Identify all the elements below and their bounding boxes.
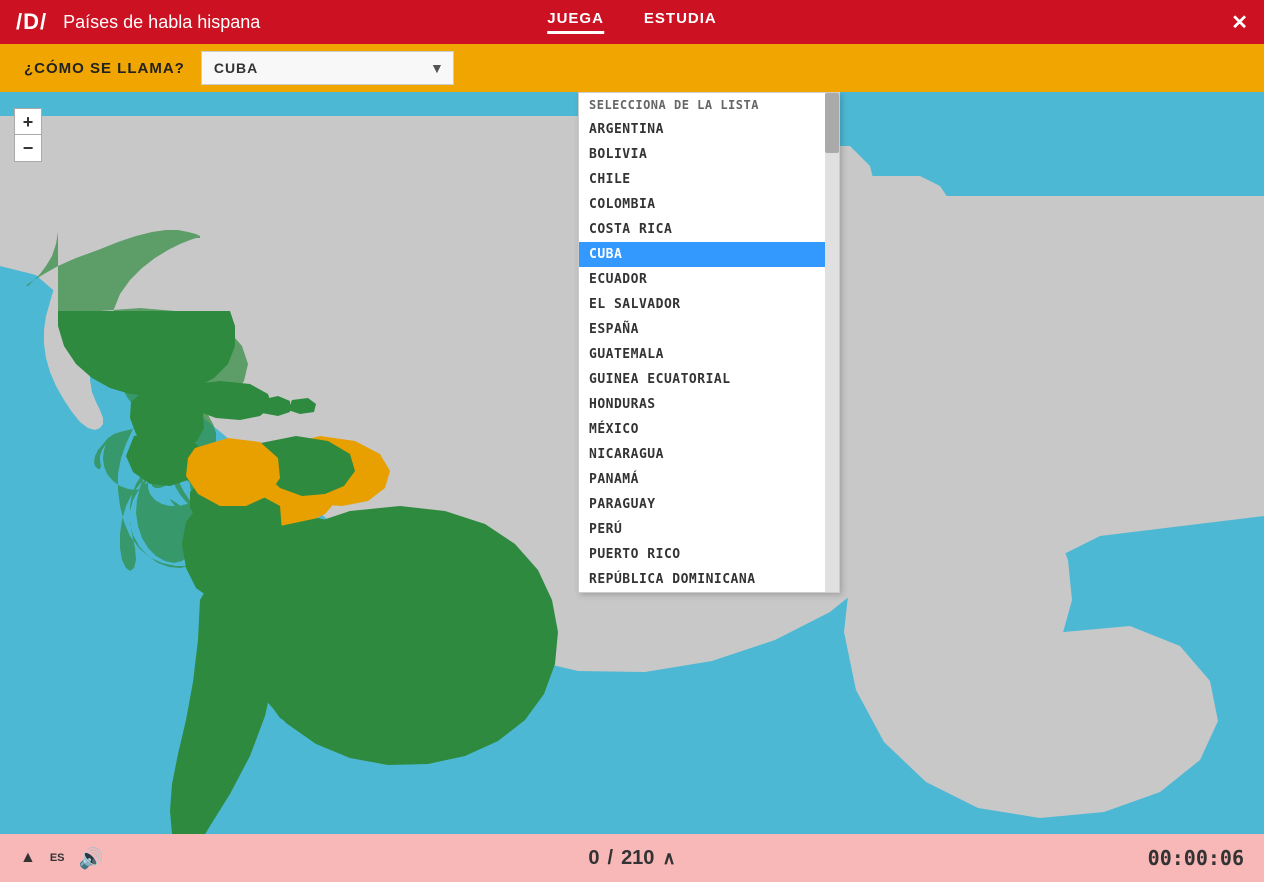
app-logo: /D/ <box>16 9 47 35</box>
dropdown-item[interactable]: ECUADOR <box>579 267 839 292</box>
bottom-bar: ▲ ES 🔊 0 / 210 ∧ 00:00:06 <box>0 834 1264 882</box>
map-container: + − SELECCIONA DE LA LISTAARGENTINABOLIV… <box>0 92 1264 882</box>
dropdown-item[interactable]: GUATEMALA <box>579 342 839 367</box>
arrow-up-icon[interactable]: ▲ <box>20 849 36 867</box>
main-nav: JUEGA ESTUDIA <box>547 10 717 34</box>
app-title: Países de habla hispana <box>63 12 260 33</box>
score-separator: / <box>608 847 614 870</box>
lang-label: ES <box>50 852 65 864</box>
zoom-controls: + − <box>14 108 42 162</box>
dropdown-item[interactable]: PERÚ <box>579 517 839 542</box>
nav-estudia[interactable]: ESTUDIA <box>644 10 717 34</box>
header: /D/ Países de habla hispana JUEGA ESTUDI… <box>0 0 1264 44</box>
score-display: 0 / 210 ∧ <box>588 847 675 870</box>
dropdown-item[interactable]: COSTA RICA <box>579 217 839 242</box>
nav-juega[interactable]: JUEGA <box>547 10 604 34</box>
toolbar: ¿CÓMO SE LLAMA? SELECCIONA DE LA LISTAAR… <box>0 44 1264 92</box>
dropdown-item[interactable]: BOLIVIA <box>579 142 839 167</box>
speaker-icon[interactable]: 🔊 <box>79 846 104 871</box>
zoom-out-button[interactable]: − <box>15 135 41 161</box>
dropdown-item[interactable]: PUERTO RICO <box>579 542 839 567</box>
dropdown-item[interactable]: HONDURAS <box>579 392 839 417</box>
bottom-left-controls: ▲ ES 🔊 <box>20 846 103 871</box>
dropdown-item[interactable]: ARGENTINA <box>579 117 839 142</box>
score-total: 210 <box>621 847 654 870</box>
dropdown-item[interactable]: REPÚBLICA DOMINICANA <box>579 567 839 592</box>
country-select[interactable]: SELECCIONA DE LA LISTAARGENTINABOLIVIACH… <box>201 51 454 85</box>
score-current: 0 <box>588 847 599 870</box>
dropdown-item[interactable]: CUBA <box>579 242 839 267</box>
zoom-in-button[interactable]: + <box>15 109 41 135</box>
dropdown-item[interactable]: CHILE <box>579 167 839 192</box>
dropdown-item[interactable]: MÉXICO <box>579 417 839 442</box>
dropdown-item[interactable]: ESPAÑA <box>579 317 839 342</box>
close-button[interactable]: ✕ <box>1231 10 1248 35</box>
country-dropdown: SELECCIONA DE LA LISTAARGENTINABOLIVIACH… <box>578 92 840 593</box>
dropdown-item[interactable]: EL SALVADOR <box>579 292 839 317</box>
dropdown-item[interactable]: PANAMÁ <box>579 467 839 492</box>
dropdown-item[interactable]: GUINEA ECUATORIAL <box>579 367 839 392</box>
dropdown-item[interactable]: COLOMBIA <box>579 192 839 217</box>
score-chevron-icon[interactable]: ∧ <box>662 848 675 869</box>
question-label: ¿CÓMO SE LLAMA? <box>24 60 185 77</box>
dropdown-item[interactable]: PARAGUAY <box>579 492 839 517</box>
timer-display: 00:00:06 <box>1148 846 1244 870</box>
dropdown-item[interactable]: SELECCIONA DE LA LISTA <box>579 93 839 117</box>
dropdown-item[interactable]: NICARAGUA <box>579 442 839 467</box>
country-select-wrapper: SELECCIONA DE LA LISTAARGENTINABOLIVIACH… <box>201 51 454 85</box>
